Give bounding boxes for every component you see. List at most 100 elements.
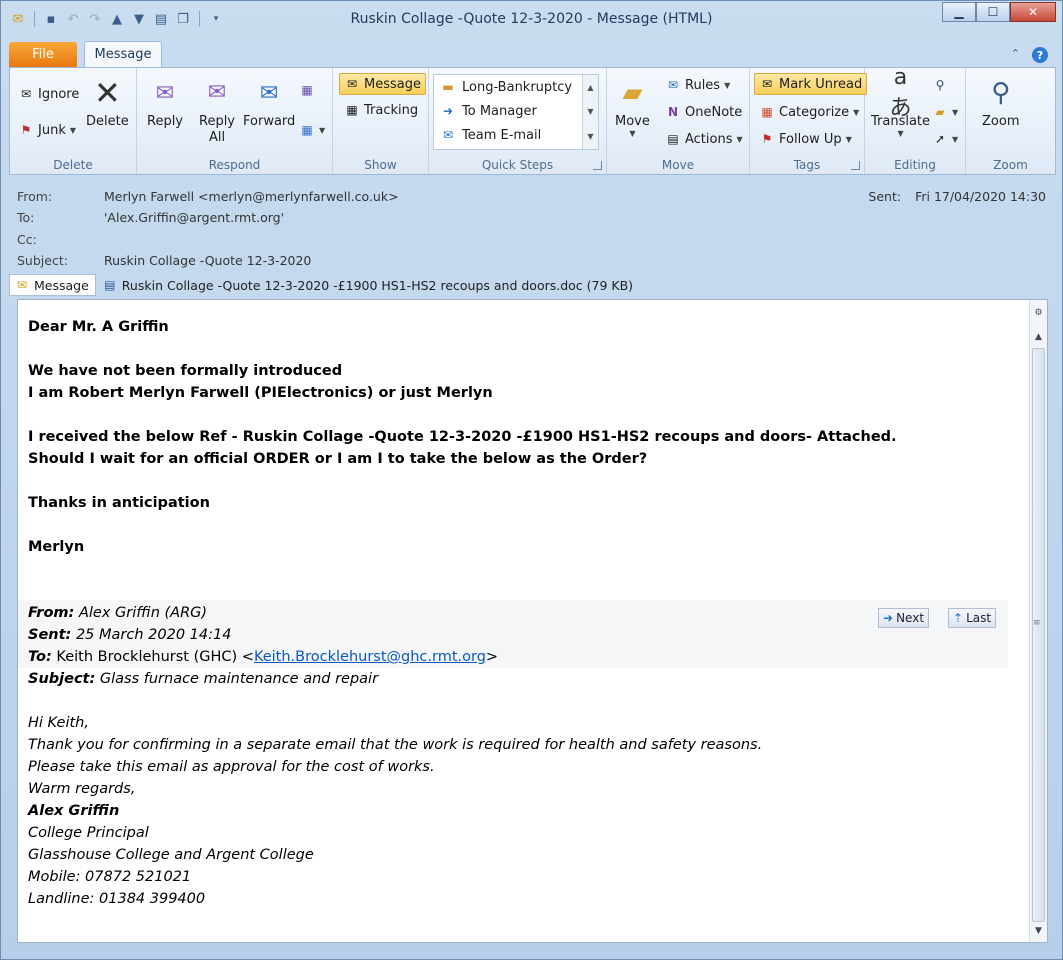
forward-button[interactable]: ✉ Forward [243,76,295,130]
cursor-icon: ➚ [934,132,946,146]
scroll-up-icon[interactable]: ▲ [587,83,593,92]
chevron-down-icon: ▼ [69,125,76,135]
dialog-launcher-icon[interactable] [851,161,860,170]
fwd-body-line: Warm regards, [28,781,136,797]
fwd-to-label: To: [28,649,52,665]
select-button[interactable]: ➚ ▼ [932,131,958,147]
quick-step-label: To Manager [462,103,537,119]
ignore-button[interactable]: ✉ Ignore [18,86,79,102]
subject-label: Subject: [17,253,68,268]
rules-label: Rules [685,77,721,93]
ribbon: ✉ Ignore ⚑ Junk ▼ ✕ Delete Delete ✉ Repl… [9,65,1056,175]
rules-button[interactable]: ✉ Rules ▼ [665,77,730,93]
quick-steps-scroll[interactable]: ▲ ▼ ▼ [582,75,598,149]
show-message-button[interactable]: ✉ Message [339,73,426,95]
to-value[interactable]: 'Alex.Griffin@argent.rmt.org' [104,210,284,225]
follow-up-button[interactable]: ⚑ Follow Up ▼ [759,131,852,147]
rules-icon: ✉ [667,78,679,92]
scroll-settings-icon[interactable]: ⚙ [1032,306,1045,320]
quick-step-long-bankruptcy[interactable]: ▬ Long-Bankruptcy [440,79,572,95]
message-body: Dear Mr. A Griffin We have not been form… [17,299,1048,943]
mark-unread-button[interactable]: ✉ Mark Unread [754,73,868,95]
ignore-icon: ✉ [20,87,32,101]
tab-file[interactable]: File [9,42,77,67]
reply-all-label-2: All [208,130,226,145]
group-label-move: Move [661,158,695,172]
find-button[interactable]: ⚲ [932,77,948,93]
forwarded-from: From: Alex Griffin (ARG) [28,602,1018,624]
envelope-icon: ✉ [16,278,28,292]
expand-gallery-icon[interactable]: ▼ [587,132,593,141]
zoom-button[interactable]: ⚲ Zoom [982,76,1019,129]
delete-label: Delete [86,114,129,129]
move-button[interactable]: ▰ Move ▼ [615,76,650,138]
last-arrow-icon: ⇡ [953,611,964,625]
body-line: I am Robert Merlyn Farwell (PIElectronic… [28,385,493,401]
to-label: To: [17,210,35,225]
close-button[interactable]: ✕ [1010,2,1056,22]
group-zoom: ⚲ Zoom Zoom [966,68,1055,174]
fwd-signature-line: College Principal [28,825,149,841]
onenote-button[interactable]: N OneNote [665,104,742,120]
title-bar: ✉ ▪ ↶ ↷ ▲ ▼ ▤ ❐ ▾ Ruskin Collage -Quote … [1,1,1062,39]
dialog-launcher-icon[interactable] [593,161,602,170]
scroll-up-icon[interactable]: ▲ [1032,330,1045,344]
header-sent: Sent: Fri 17/04/2020 14:30 [868,189,1046,204]
team-email-icon: ✉ [442,128,454,142]
reply-label: Reply [147,114,184,129]
actions-label: Actions [685,131,733,147]
junk-button[interactable]: ⚑ Junk ▼ [18,122,76,138]
sent-label: Sent: [868,189,902,204]
fwd-from-label: From: [28,605,75,621]
quick-step-label: Team E-mail [462,127,542,143]
signature: Merlyn [28,539,85,555]
fwd-to-email-link[interactable]: Keith.Brocklehurst@ghc.rmt.org [254,649,486,665]
quick-step-to-manager[interactable]: ➜ To Manager [440,103,537,119]
fwd-body-line: Please take this email as approval for t… [28,759,435,775]
minimize-button[interactable]: ▁ [942,2,976,22]
categorize-button[interactable]: ▦ Categorize ▼ [759,104,859,120]
group-delete: ✉ Ignore ⚑ Junk ▼ ✕ Delete Delete [10,68,137,174]
meeting-button[interactable]: ▦ [299,82,315,98]
delete-button[interactable]: ✕ Delete [86,74,129,129]
vertical-scrollbar[interactable]: ⚙ ▲ ≡ ▼ [1029,300,1047,942]
message-tab-label: Message [34,277,89,293]
quick-step-team-email[interactable]: ✉ Team E-mail [440,127,541,143]
scroll-down-icon[interactable]: ▼ [1032,924,1045,938]
scroll-down-icon[interactable]: ▼ [587,107,593,116]
tracking-button[interactable]: ▦ Tracking [344,102,418,118]
fwd-body-line: Thank you for confirming in a separate e… [28,737,763,753]
reply-button[interactable]: ✉ Reply [147,76,184,130]
help-icon[interactable]: ? [1032,47,1048,63]
more-icon: ▦ [301,123,313,137]
tracking-icon: ▦ [346,103,358,117]
attachment-doc[interactable]: ▤ Ruskin Collage -Quote 12-3-2020 -£1900… [102,277,633,293]
group-label-respond: Respond [208,158,261,172]
binoculars-icon: ⚲ [935,78,945,92]
more-respond-button[interactable]: ▦ ▼ [299,122,325,138]
quick-step-label: Long-Bankruptcy [462,79,573,95]
ribbon-help-area: ⌃ ? [1011,47,1048,63]
group-move: ▰ Move ▼ ✉ Rules ▼ N OneNote ▤ Actions ▼… [607,68,750,174]
tab-message[interactable]: Message [84,41,162,67]
related-button[interactable]: ▰ ▼ [932,104,958,120]
maximize-button[interactable]: ☐ [976,2,1010,22]
header-from-row: From: Merlyn Farwell <merlyn@merlynfarwe… [17,189,399,204]
last-button[interactable]: ⇡ Last [948,608,997,628]
forward-arrow-icon: ➜ [442,104,454,118]
translate-button[interactable]: aあ Translate ▼ [871,65,930,139]
from-value[interactable]: Merlyn Farwell <merlyn@merlynfarwell.co.… [104,189,399,204]
next-button[interactable]: ➜ Next [878,608,930,628]
scroll-thumb[interactable] [1032,348,1045,922]
message-header: From: Merlyn Farwell <merlyn@merlynfarwe… [9,179,1056,271]
message-body-tab[interactable]: ✉ Message [9,274,96,296]
group-label-zoom: Zoom [993,158,1028,172]
actions-button[interactable]: ▤ Actions ▼ [665,131,742,147]
message-icon: ✉ [346,77,358,91]
fwd-to-end: > [485,649,499,665]
sent-value: Fri 17/04/2020 14:30 [915,189,1046,204]
reply-all-button[interactable]: ✉ Reply All [199,76,235,146]
ribbon-tabs: File Message [9,41,162,67]
ignore-label: Ignore [38,86,80,102]
collapse-ribbon-icon[interactable]: ⌃ [1011,47,1020,63]
